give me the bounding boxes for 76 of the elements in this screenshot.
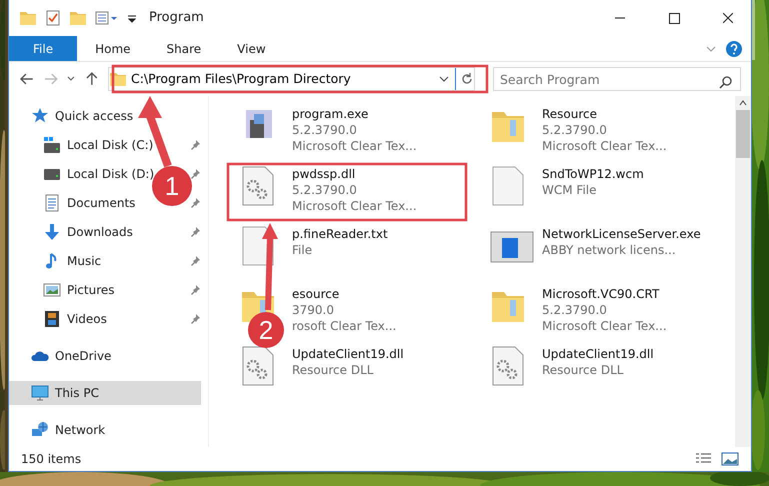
pin-icon bbox=[189, 168, 201, 180]
image-icon bbox=[43, 281, 61, 299]
file-detail: 5.2.3790.0 bbox=[292, 182, 358, 198]
scrollbar-thumb[interactable] bbox=[736, 110, 750, 158]
pin-icon bbox=[189, 255, 201, 267]
file-detail: ABBY network licens... bbox=[542, 242, 677, 258]
file-name: pwdssp.dll bbox=[292, 166, 356, 182]
pin-icon bbox=[189, 313, 201, 325]
nav-item[interactable]: This PC bbox=[9, 381, 201, 405]
scrollbar[interactable] bbox=[735, 96, 751, 447]
pin-icon bbox=[189, 139, 201, 151]
film-icon bbox=[43, 310, 61, 328]
file-name: Microsoft.VC90.CRT bbox=[542, 286, 660, 302]
item-count: 150 items bbox=[21, 451, 82, 468]
file-detail: 3790.0 bbox=[292, 302, 335, 318]
ribbon-tab[interactable]: File bbox=[9, 36, 78, 61]
file-name: esource bbox=[292, 286, 340, 302]
nav-item[interactable]: Network bbox=[9, 418, 201, 442]
file-detail: Microsoft Clear Tex... bbox=[292, 138, 417, 154]
nav-item[interactable]: Downloads bbox=[9, 220, 201, 244]
file-name: Resource bbox=[542, 106, 598, 122]
file-name: SndToWP12.wcm bbox=[542, 166, 644, 182]
up-icon[interactable] bbox=[84, 71, 100, 87]
nav-item[interactable]: Quick access bbox=[9, 104, 201, 128]
drive-icon bbox=[43, 136, 61, 154]
ribbon-tab[interactable]: Share bbox=[148, 36, 220, 61]
properties-icon[interactable] bbox=[95, 9, 119, 27]
document-icon bbox=[43, 194, 61, 212]
large-icons-icon[interactable] bbox=[721, 452, 739, 466]
file-detail: rosoft Clear Tex... bbox=[292, 318, 396, 334]
nav-item[interactable]: Music bbox=[9, 249, 201, 273]
minimize-icon bbox=[615, 17, 625, 19]
close-icon bbox=[723, 13, 733, 23]
ribbon-tab[interactable]: Home bbox=[77, 36, 149, 61]
ribbon-tab[interactable]: View bbox=[219, 36, 284, 61]
monitor-icon bbox=[31, 384, 49, 402]
step-marker bbox=[248, 312, 284, 348]
refresh-icon[interactable] bbox=[460, 72, 474, 86]
nav-item[interactable]: Local Disk (C:) bbox=[9, 133, 201, 157]
file-detail: 5.2.3790.0 bbox=[542, 122, 608, 138]
download-icon bbox=[43, 223, 61, 241]
file-detail: 5.2.3790.0 bbox=[542, 302, 608, 318]
checklist-icon[interactable] bbox=[45, 9, 61, 27]
folder-icon bbox=[19, 9, 37, 27]
file-name: program.exe bbox=[292, 106, 370, 122]
nav-item[interactable]: Videos bbox=[9, 307, 201, 331]
help-icon[interactable] bbox=[725, 40, 743, 58]
step-number: 1 bbox=[164, 171, 180, 201]
file-name: UpdateClient19.dll bbox=[542, 346, 654, 362]
back-icon[interactable] bbox=[19, 71, 35, 87]
file-detail: WCM File bbox=[542, 182, 598, 198]
file-detail: Resource DLL bbox=[292, 362, 374, 378]
file-detail: Microsoft Clear Tex... bbox=[542, 138, 667, 154]
pin-icon bbox=[189, 284, 201, 296]
star-icon bbox=[31, 107, 49, 125]
file-detail: File bbox=[292, 242, 314, 258]
search-field[interactable]: Search Program bbox=[492, 67, 741, 91]
address-bar[interactable]: C:\Program Files\Program Directory bbox=[108, 67, 475, 91]
maximize-icon bbox=[668, 12, 680, 24]
file-name: UpdateClient19.dll bbox=[292, 346, 404, 362]
nav-item[interactable]: Pictures bbox=[9, 278, 201, 302]
search-icon bbox=[718, 74, 733, 89]
pin-icon bbox=[189, 197, 201, 209]
file-detail: Microsoft Clear Tex... bbox=[542, 318, 667, 334]
step-number: 2 bbox=[258, 315, 274, 345]
network-icon bbox=[31, 421, 49, 439]
scroll-up-icon[interactable] bbox=[739, 100, 747, 106]
step-marker bbox=[152, 166, 192, 206]
nav-item[interactable]: OneDrive bbox=[9, 344, 201, 368]
file-detail: Resource DLL bbox=[542, 362, 624, 378]
window-title: Program bbox=[149, 9, 204, 28]
file-name: NetworkLicenseServer.exe bbox=[542, 226, 701, 242]
file-detail: 5.2.3790.0 bbox=[292, 122, 358, 138]
file-name: p.fineReader.txt bbox=[292, 226, 388, 242]
file-detail: Microsoft Clear Tex... bbox=[292, 198, 417, 214]
pin-icon bbox=[189, 226, 201, 238]
